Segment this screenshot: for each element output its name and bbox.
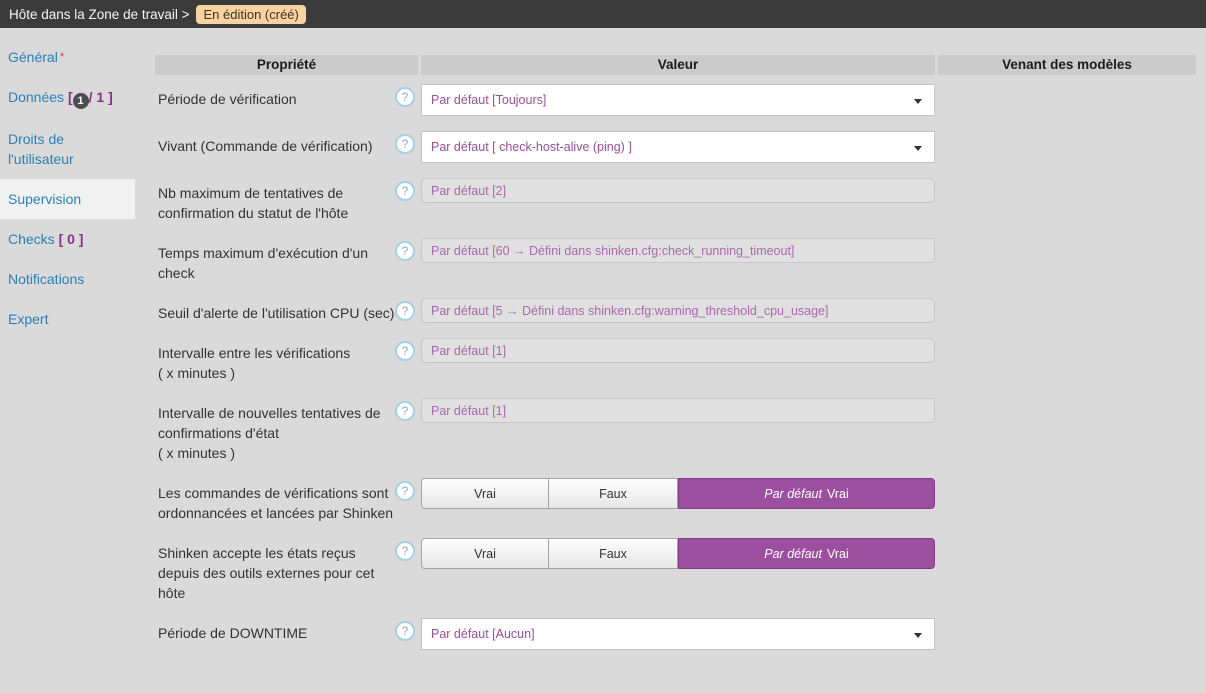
help-icon[interactable]: ? bbox=[395, 621, 415, 641]
sidebar-item-droits[interactable]: Droits de l'utilisateur bbox=[0, 119, 135, 179]
property-label: Vivant (Commande de vérification) bbox=[155, 131, 395, 156]
dropdown-caret-icon bbox=[914, 146, 922, 151]
property-label: Période de vérification bbox=[155, 84, 395, 109]
vivant-commande-select[interactable]: Par défaut [ check-host-alive (ping) ] bbox=[421, 131, 935, 163]
help-icon[interactable]: ? bbox=[395, 301, 415, 321]
help-icon[interactable]: ? bbox=[395, 241, 415, 261]
faux-button[interactable]: Faux bbox=[549, 538, 678, 569]
row-periode-verification: Période de vérification ? Par défaut [To… bbox=[155, 84, 1196, 116]
help-icon[interactable]: ? bbox=[395, 481, 415, 501]
intervalle-tentatives-input bbox=[421, 398, 935, 423]
table-header: Propriété Valeur Venant des modèles bbox=[155, 55, 1196, 75]
sidebar-item-general[interactable]: Général* bbox=[0, 37, 135, 77]
help-icon[interactable]: ? bbox=[395, 541, 415, 561]
row-intervalle-verifications: Intervalle entre les vérifications ( x m… bbox=[155, 338, 1196, 383]
row-intervalle-tentatives: Intervalle de nouvelles tentatives de co… bbox=[155, 398, 1196, 463]
row-etats-externes: Shinken accepte les états reçus depuis d… bbox=[155, 538, 1196, 603]
sidebar: Général* Données [1/ 1 ] Droits de l'uti… bbox=[0, 28, 150, 665]
row-periode-downtime: Période de DOWNTIME ? Par défaut [Aucun] bbox=[155, 618, 1196, 650]
intervalle-verifications-input bbox=[421, 338, 935, 363]
sidebar-item-donnees[interactable]: Données [1/ 1 ] bbox=[0, 77, 135, 119]
property-label: Les commandes de vérifications sont ordo… bbox=[155, 478, 395, 523]
header-value: Valeur bbox=[421, 55, 935, 75]
row-seuil-alerte-cpu: Seuil d'alerte de l'utilisation CPU (sec… bbox=[155, 298, 1196, 323]
help-icon[interactable]: ? bbox=[395, 87, 415, 107]
dropdown-caret-icon bbox=[914, 99, 922, 104]
par-defaut-button[interactable]: Par défautVrai bbox=[678, 478, 935, 509]
help-icon[interactable]: ? bbox=[395, 134, 415, 154]
vrai-button[interactable]: Vrai bbox=[421, 478, 549, 509]
property-label: Shinken accepte les états reçus depuis d… bbox=[155, 538, 395, 603]
sidebar-item-expert[interactable]: Expert bbox=[0, 299, 135, 339]
seuil-alerte-cpu-input bbox=[421, 298, 935, 323]
help-icon[interactable]: ? bbox=[395, 181, 415, 201]
main-panel: Propriété Valeur Venant des modèles Péri… bbox=[150, 28, 1206, 665]
header-from-templates: Venant des modèles bbox=[938, 55, 1196, 75]
property-label: Nb maximum de tentatives de confirmation… bbox=[155, 178, 395, 223]
periode-verification-select[interactable]: Par défaut [Toujours] bbox=[421, 84, 935, 116]
count-badge: 1 bbox=[73, 93, 89, 109]
status-badge: En édition (créé) bbox=[196, 5, 305, 24]
row-nb-max-tentatives: Nb maximum de tentatives de confirmation… bbox=[155, 178, 1196, 223]
property-label: Intervalle entre les vérifications ( x m… bbox=[155, 338, 395, 383]
required-asterisk: * bbox=[60, 51, 64, 63]
periode-downtime-select[interactable]: Par défaut [Aucun] bbox=[421, 618, 935, 650]
row-vivant-commande: Vivant (Commande de vérification) ? Par … bbox=[155, 131, 1196, 163]
temps-max-execution-input bbox=[421, 238, 935, 263]
top-bar: Hôte dans la Zone de travail > En éditio… bbox=[0, 0, 1206, 28]
par-defaut-button[interactable]: Par défautVrai bbox=[678, 538, 935, 569]
faux-button[interactable]: Faux bbox=[549, 478, 678, 509]
property-label: Temps maximum d'exécution d'un check bbox=[155, 238, 395, 283]
dropdown-caret-icon bbox=[914, 633, 922, 638]
commandes-ordonnancees-toggle: Vrai Faux Par défautVrai bbox=[421, 478, 935, 509]
breadcrumb: Hôte dans la Zone de travail > bbox=[9, 7, 189, 22]
row-temps-max-execution: Temps maximum d'exécution d'un check ? bbox=[155, 238, 1196, 283]
etats-externes-toggle: Vrai Faux Par défautVrai bbox=[421, 538, 935, 569]
property-label: Période de DOWNTIME bbox=[155, 618, 395, 643]
row-commandes-ordonnancees: Les commandes de vérifications sont ordo… bbox=[155, 478, 1196, 523]
sidebar-item-supervision[interactable]: Supervision bbox=[0, 179, 135, 219]
property-label: Seuil d'alerte de l'utilisation CPU (sec… bbox=[155, 298, 395, 323]
header-property: Propriété bbox=[155, 55, 418, 75]
sidebar-item-checks[interactable]: Checks [ 0 ] bbox=[0, 219, 135, 259]
property-label: Intervalle de nouvelles tentatives de co… bbox=[155, 398, 395, 463]
sidebar-item-notifications[interactable]: Notifications bbox=[0, 259, 135, 299]
nb-max-tentatives-input bbox=[421, 178, 935, 203]
help-icon[interactable]: ? bbox=[395, 341, 415, 361]
help-icon[interactable]: ? bbox=[395, 401, 415, 421]
vrai-button[interactable]: Vrai bbox=[421, 538, 549, 569]
